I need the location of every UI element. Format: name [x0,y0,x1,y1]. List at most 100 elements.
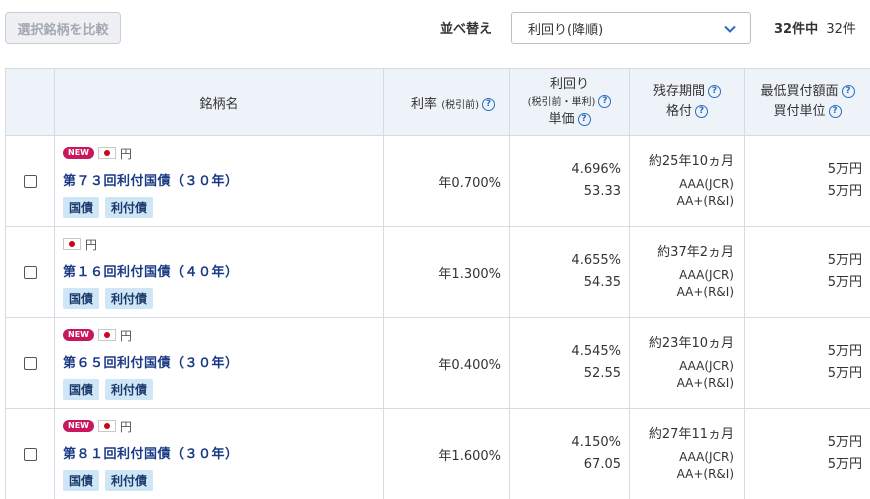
japan-flag-icon [97,147,116,159]
sort-select-value: 利回り(降順) [528,22,604,38]
header-min-amount: 最低買付額面? 買付単位? [744,68,870,136]
yield-cell: 4.150% 67.05 [509,408,630,499]
unit-value: 5万円 [827,184,862,199]
rating-ri: AA+(R&I) [676,284,734,299]
bond-name-cell: NEW 円 第６５回利付国債（３０年） 国債 利付債 [54,317,384,409]
japan-flag-icon [63,238,81,250]
price-value: 54.35 [583,275,621,290]
row-checkbox[interactable] [23,447,37,461]
unit-value: 5万円 [827,366,862,381]
min-amount-cell: 5万円 5万円 [744,317,870,409]
table-row: 円 第１６回利付国債（４０年） 国債 利付債 年1.300% 4.655% 54… [5,226,870,318]
japan-flag-icon [97,420,116,432]
header-rating-label: 格付 [665,104,692,119]
table-row: NEW 円 第６５回利付国債（３０年） 国債 利付債 年0.400% 4.545… [5,317,870,409]
price-value: 53.33 [583,184,621,199]
header-rate-sub: (税引前) [441,99,479,111]
bond-name-link[interactable]: 第８１回利付国債（３０年） [63,443,375,462]
price-value: 67.05 [583,457,621,472]
rating-jcr: AAA(JCR) [679,176,734,191]
help-icon[interactable]: ? [841,85,855,98]
min-amount-value: 5万円 [827,344,862,359]
table-row: NEW 円 第７３回利付国債（３０年） 国債 利付債 年0.700% 4.696… [5,135,870,227]
bond-name-link[interactable]: 第７３回利付国債（３０年） [63,170,375,189]
yield-value: 4.655% [571,253,621,268]
table-header-row: 銘柄名 利率 (税引前)? 利回り (税引前・単利)? 単価? 残存期間? 格付… [5,68,870,136]
term-rating-cell: 約37年2ヵ月 AAA(JCR) AA+(R&I) [629,226,745,318]
header-yield-sub: (税引前・単利) [527,97,596,108]
header-yield: 利回り (税引前・単利)? 単価? [509,68,630,136]
header-rate-label: 利率 [411,96,438,112]
row-select-cell [5,408,55,499]
chip-govt: 国債 [63,379,100,400]
new-badge: NEW [63,147,94,159]
chip-govt: 国債 [63,197,100,218]
term-value: 約25年10ヵ月 [648,153,734,169]
header-select [5,68,55,136]
currency-label: 円 [119,419,132,434]
min-amount-cell: 5万円 5万円 [744,135,870,227]
min-amount-cell: 5万円 5万円 [744,408,870,499]
sort-select[interactable]: 利回り(降順) [511,12,751,44]
help-icon[interactable]: ? [708,85,721,98]
bond-name-link[interactable]: 第１６回利付国債（４０年） [63,261,375,280]
sort-label: 並べ替え [440,22,493,37]
yield-value: 4.150% [571,435,621,450]
chip-coupon: 利付債 [105,470,154,491]
rating-ri: AA+(R&I) [676,375,734,390]
japan-flag-icon [97,329,116,341]
chip-coupon: 利付債 [105,379,154,400]
chip-coupon: 利付債 [105,197,154,218]
table-row: NEW 円 第８１回利付国債（３０年） 国債 利付債 年1.600% 4.150… [5,408,870,499]
min-amount-value: 5万円 [827,435,862,450]
row-select-cell [5,135,55,227]
rate-cell: 年1.300% [383,226,510,318]
term-value: 約37年2ヵ月 [657,244,734,260]
rate-value: 年1.600% [438,448,501,464]
header-name-label: 銘柄名 [199,96,239,112]
help-icon[interactable]: ? [482,97,495,111]
rate-value: 年0.700% [438,175,501,191]
unit-value: 5万円 [827,275,862,290]
row-checkbox[interactable] [23,356,37,370]
header-price-label: 単価 [548,112,575,127]
yield-cell: 4.655% 54.35 [509,226,630,318]
result-count: 32件中 32件 [774,18,856,37]
header-yield-label: 利回り [549,77,589,92]
chevron-down-icon [724,25,736,33]
unit-value: 5万円 [827,457,862,472]
yield-value: 4.545% [571,344,621,359]
min-amount-value: 5万円 [827,162,862,177]
help-icon[interactable]: ? [695,105,708,118]
row-checkbox[interactable] [23,265,37,279]
chip-coupon: 利付債 [105,288,154,309]
help-icon[interactable]: ? [577,113,591,126]
help-icon[interactable]: ? [598,95,612,108]
term-rating-cell: 約23年10ヵ月 AAA(JCR) AA+(R&I) [629,317,745,409]
bond-table: 銘柄名 利率 (税引前)? 利回り (税引前・単利)? 単価? 残存期間? 格付… [5,68,870,499]
row-checkbox[interactable] [23,174,37,188]
min-amount-value: 5万円 [827,253,862,268]
header-unit-label: 買付単位 [773,104,826,119]
chip-govt: 国債 [63,470,100,491]
rate-value: 年1.300% [438,266,501,282]
row-select-cell [5,317,55,409]
term-rating-cell: 約25年10ヵ月 AAA(JCR) AA+(R&I) [629,135,745,227]
rating-ri: AA+(R&I) [676,193,734,208]
result-count-shown: 32件 [826,22,856,37]
header-min-amount-label: 最低買付額面 [760,84,839,99]
rate-cell: 年0.700% [383,135,510,227]
help-icon[interactable]: ? [828,105,842,118]
rating-jcr: AAA(JCR) [679,267,734,282]
chip-govt: 国債 [63,288,100,309]
header-rate: 利率 (税引前)? [383,68,510,136]
rate-value: 年0.400% [438,357,501,373]
yield-value: 4.696% [571,162,621,177]
new-badge: NEW [63,420,94,432]
rating-ri: AA+(R&I) [676,466,734,481]
currency-label: 円 [85,237,98,252]
yield-cell: 4.545% 52.55 [509,317,630,409]
rating-jcr: AAA(JCR) [679,449,734,464]
compare-selected-button[interactable]: 選択銘柄を比較 [5,12,121,44]
bond-name-link[interactable]: 第６５回利付国債（３０年） [63,352,375,371]
